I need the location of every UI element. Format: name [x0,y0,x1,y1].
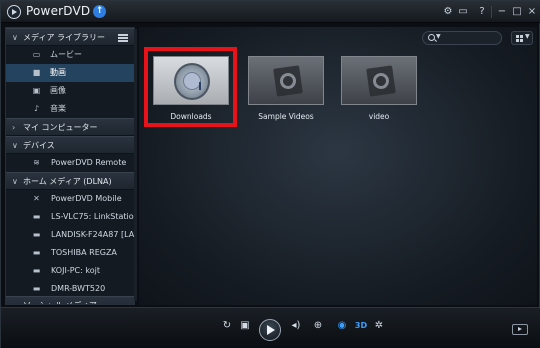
app-title: PowerDVD [26,4,91,18]
antenna-icon: ✕ [33,194,40,203]
sidebar-item-music[interactable]: ♪ 音楽 [6,100,134,118]
help-icon[interactable]: ? [475,5,489,19]
close-icon[interactable]: × [525,5,539,19]
section-label: マイ コンピューター [23,123,98,132]
sidebar-item-label: 画像 [50,86,66,95]
section-my-computer[interactable]: › マイ コンピューター [6,118,134,136]
sidebar-item-label: 音楽 [50,104,66,113]
section-label: デバイス [23,141,55,150]
app-logo-icon[interactable] [7,5,21,19]
sidebar-item-label: KOJI-PC: kojt [51,266,100,275]
video-icon: ■ [32,68,41,77]
minimize-icon[interactable]: − [495,5,509,19]
computer-icon: ▬ [32,266,41,275]
section-devices[interactable]: ∨ デバイス [6,136,134,154]
chevron-down-icon: ∨ [12,33,18,42]
recorder-icon: ▬ [32,284,41,293]
search-icon [428,34,435,41]
selection-highlight [144,47,237,127]
section-label: ソーシャル メディア [23,297,97,304]
eye-icon[interactable]: ◉ [335,319,349,333]
sidebar-item-movies[interactable]: ▭ ムービー [6,46,134,64]
photo-icon: ▣ [32,86,41,95]
reel [371,71,391,91]
reel [278,71,298,91]
folder-label: video [368,112,390,121]
sidebar-item-koji-pc[interactable]: ▬ KOJI-PC: kojt [6,262,134,280]
zoom-icon[interactable]: ⊕ [311,319,325,333]
sidebar-item-powerdvd-remote[interactable]: ≋ PowerDVD Remote [6,154,134,172]
play-button[interactable] [259,319,281,341]
tv-device-icon: ▬ [32,248,41,257]
sidebar-item-linkstation[interactable]: ▬ LS-VLC75: LinkStation [6,208,135,226]
sidebar-item-landisk[interactable]: ▬ LANDISK-F24A87 [LAN [6,226,135,244]
server-icon: ▬ [32,230,41,239]
film-reel-icon [366,65,396,97]
folder-label: Sample Videos [258,112,314,121]
sidebar-item-label: 動画 [50,68,66,77]
section-home-media-dlna[interactable]: ∨ ホーム メディア (DLNA) [6,172,134,190]
grid-view-icon [516,35,523,42]
sidebar-item-label: PowerDVD Mobile [51,194,122,203]
server-icon: ▬ [32,212,41,221]
music-icon: ♪ [33,104,40,113]
sidebar-item-photos[interactable]: ▣ 画像 [6,82,134,100]
settings-icon[interactable]: ⚙ [441,5,455,19]
sidebar-item-label: ムービー [50,50,82,59]
tv-icon[interactable]: ▭ [456,5,470,19]
chevron-down-icon: ▼ [525,33,530,40]
mini-player-icon[interactable] [512,324,528,335]
search-box[interactable]: ▼ [422,31,502,45]
sidebar: ∨ メディア ライブラリー ▭ ムービー ■ 動画 ▣ 画像 ♪ 音楽 › マイ… [5,27,135,305]
title-bar: PowerDVD ↑ ⚙ ▭ ? − □ × [1,1,540,23]
section-label: メディア ライブラリー [23,33,105,42]
sidebar-item-label: PowerDVD Remote [51,158,127,167]
sidebar-item-powerdvd-mobile[interactable]: ✕ PowerDVD Mobile [6,190,134,208]
list-menu-icon[interactable] [118,34,128,42]
chevron-down-icon: ∨ [12,141,18,150]
chevron-right-icon: › [12,123,16,132]
sidebar-scrollbar[interactable] [134,29,137,301]
folder-thumbnail [248,56,324,105]
view-mode-button[interactable]: ▼ [511,31,533,45]
settings-gear-icon[interactable]: ✲ [372,319,386,333]
folder-thumbnail [341,56,417,105]
section-media-library[interactable]: ∨ メディア ライブラリー [6,28,134,46]
sidebar-item-videos[interactable]: ■ 動画 [6,64,134,82]
powerdvd-window: PowerDVD ↑ ⚙ ▭ ? − □ × ∨ メディア ライブラリー ▭ ム… [0,0,540,348]
3d-toggle[interactable]: 3D [354,319,368,333]
chevron-down-icon: ∨ [12,177,18,186]
movie-icon: ▭ [32,50,41,59]
wifi-icon: ≋ [33,158,40,167]
film-reel-icon [273,65,303,97]
update-icon[interactable]: ↑ [93,5,106,18]
maximize-icon[interactable]: □ [510,5,524,19]
sidebar-item-label: LANDISK-F24A87 [LAN [51,230,135,239]
sidebar-item-label: LS-VLC75: LinkStation [51,212,135,221]
sidebar-item-label: TOSHIBA REGZA [51,248,117,257]
sidebar-item-toshiba-regza[interactable]: ▬ TOSHIBA REGZA [6,244,134,262]
search-dropdown-icon[interactable]: ▼ [436,33,441,40]
repeat-icon[interactable]: ↻ [220,319,234,333]
section-label: ホーム メディア (DLNA) [23,177,112,186]
chevron-right-icon: › [12,297,20,304]
title-separator [491,6,492,18]
volume-icon[interactable]: ◂) [289,319,303,333]
section-social-media[interactable]: › ソーシャル メディア [6,296,134,304]
snapshot-icon[interactable]: ▣ [238,319,252,333]
